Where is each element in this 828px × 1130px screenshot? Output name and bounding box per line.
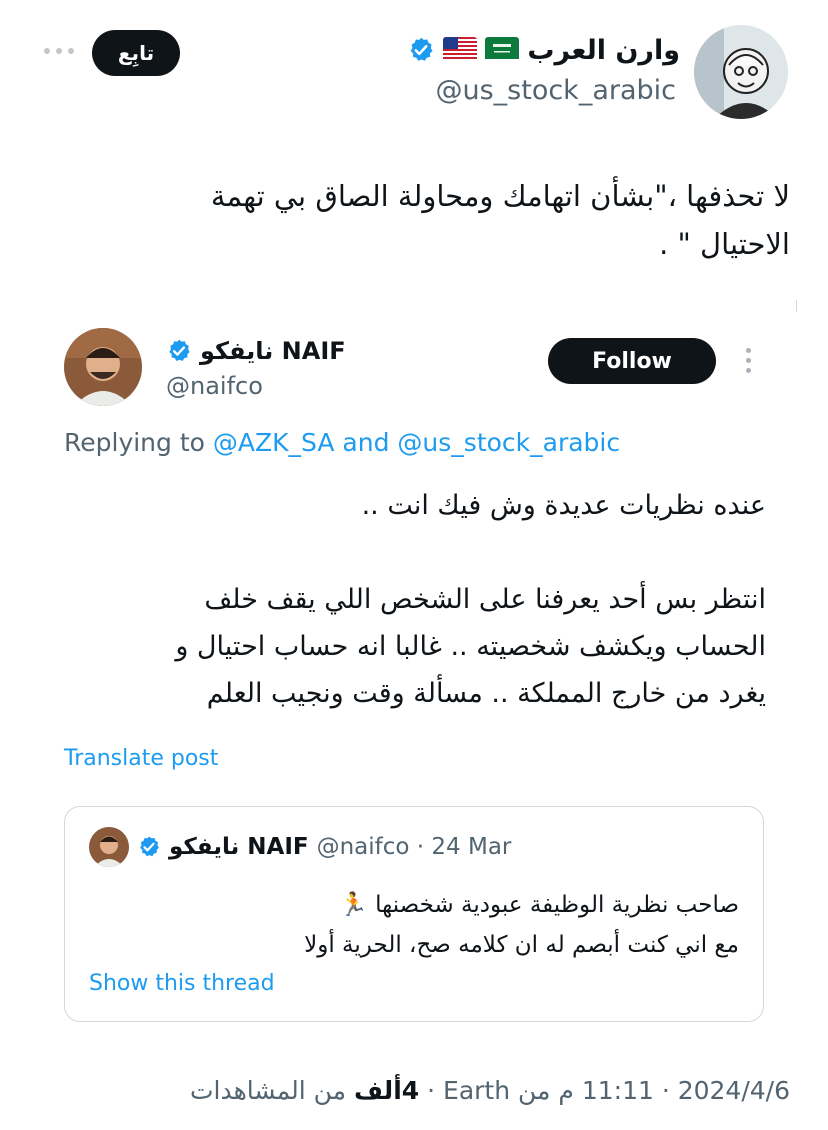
post-text: لا تحذفها ،"بشأن اتهامك ومحاولة الصاق بي… [100,172,790,268]
quoted-author-name: نايفكو NAIF [169,834,309,860]
reply-verified-badge-icon [166,338,192,364]
reply-follow-label: Follow [592,348,672,374]
reply-avatar[interactable] [64,328,142,406]
reply-body-line-1: عنده نظريات عديدة وش فيك انت .. [361,490,766,521]
reply-body-line-2: انتظر بس أحد يعرفنا على الشخص اللي يقف خ… [204,584,766,615]
avatar[interactable] [694,25,788,119]
reply-mention-1[interactable]: @AZK_SA [213,428,335,457]
reply-avatar-image [64,328,142,406]
quoted-author-row: نايفكو NAIF @naifco · 24 Mar [137,829,511,865]
divider-tick [796,300,797,312]
replying-to: Replying to @AZK_SA and @us_stock_arabic [64,428,620,457]
views-label: من المشاهدات [189,1076,347,1105]
translate-post-link[interactable]: Translate post [64,746,218,771]
us-flag-icon [443,37,478,63]
post-text-line-1: لا تحذفها ،"بشأن اتهامك ومحاولة الصاق بي… [210,179,790,213]
reply-and: and [342,428,390,457]
verified-badge-icon [407,36,435,64]
reply-author-name[interactable]: نايفكو NAIF [200,337,346,365]
reply-body-line-4: يغرد من خارج المملكة .. مسألة وقت ونجيب … [206,678,766,709]
reply-author-row: نايفكو NAIF [166,332,346,370]
quoted-avatar-image [89,827,129,867]
reply-mention-2[interactable]: @us_stock_arabic [397,428,620,457]
quoted-post-card[interactable]: نايفكو NAIF @naifco · 24 Mar صاحب نظرية … [64,806,764,1022]
post-date-time[interactable]: 2024/4/6 · 11:11 م من Earth · [427,1076,790,1105]
post-meta: 2024/4/6 · 11:11 م من Earth · 4ألف من ال… [150,1076,790,1116]
reply-more-icon[interactable] [746,348,751,373]
author-handle[interactable]: @us_stock_arabic [380,75,676,106]
show-thread-link[interactable]: Show this thread [89,971,275,996]
author-display-name[interactable]: وارن العرب [527,35,680,66]
quoted-text: صاحب نظرية الوظيفة عبودية شخصنها 🏃 مع ان… [85,885,739,965]
follow-button-label: تابِع [117,41,155,65]
follow-button[interactable]: تابِع [92,30,180,76]
avatar-image [694,25,788,119]
reply-body-line-3: الحساب ويكشف شخصيته .. غالبا انه حساب اح… [175,631,766,662]
post-text-line-2: الاحتيال " . [659,227,790,261]
quoted-avatar [89,827,129,867]
reply-follow-button[interactable]: Follow [548,338,716,384]
quoted-handle-date: @naifco · 24 Mar [316,834,512,860]
replying-prefix: Replying to [64,428,205,457]
saudi-flag-icon [485,37,520,63]
more-options-icon[interactable] [44,48,74,54]
views-count: 4ألف [354,1076,420,1105]
quoted-text-line-1: صاحب نظرية الوظيفة عبودية شخصنها 🏃 [339,892,739,918]
quoted-verified-badge-icon [137,835,161,859]
author-name-row: وارن العرب [300,30,680,70]
quoted-text-line-2: مع اني كنت أبصم له ان كلامه صح، الحرية أ… [304,932,739,958]
reply-body: عنده نظريات عديدة وش فيك انت .. انتظر بس… [60,482,766,717]
reply-author-handle[interactable]: @naifco [166,372,263,400]
